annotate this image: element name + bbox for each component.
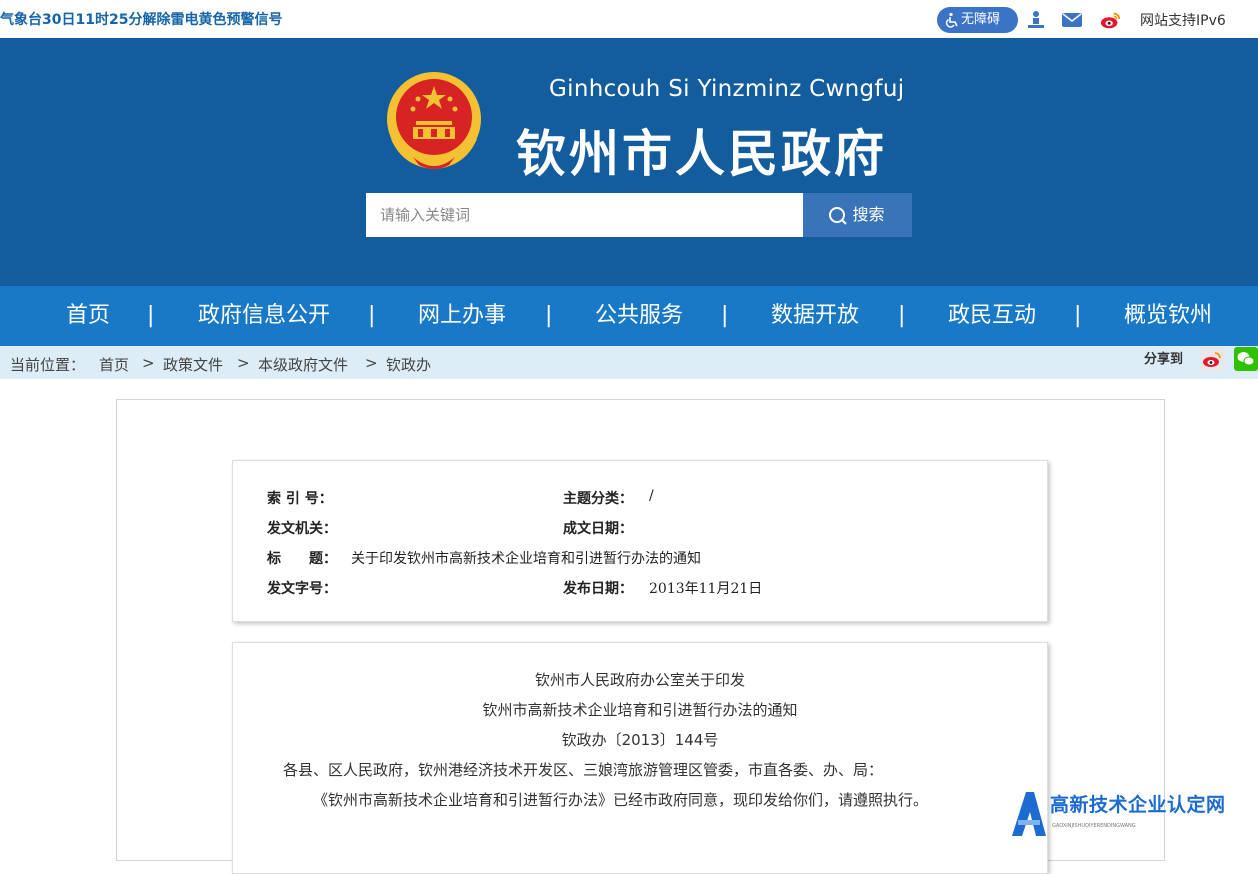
breadcrumb-item-policy[interactable]: 政策文件 — [163, 354, 223, 375]
main-nav: 首页 | 政府信息公开 | 网上办事 | 公共服务 | 数据开放 | 政民互动 … — [0, 286, 1258, 346]
site-title-pinyin: Ginhcouh Si Yinzminz Cwngfuj — [549, 76, 905, 102]
topic-label: 主题分类： — [563, 491, 633, 507]
share-label: 分享到 — [1144, 352, 1184, 367]
watermark-subtext: GAOXINJISHUQIYERENDINGWANG — [1052, 823, 1136, 829]
breadcrumb: 当前位置： 首页 > 政策文件 > 本级政府文件 > 钦政办 分享到 — [0, 346, 1258, 379]
document-body: 钦州市人民政府办公室关于印发 钦州市高新技术企业培育和引进暂行办法的通知 钦政办… — [232, 642, 1048, 874]
nav-item-online-services[interactable]: 网上办事 — [418, 286, 506, 346]
top-bar: 气象台30日11时25分解除雷电黄色预警信号 无障碍 网站支持IPv6 — [0, 0, 1258, 38]
nav-item-open-data[interactable]: 数据开放 — [771, 286, 859, 346]
document-heading-line1: 钦州市人民政府办公室关于印发 — [534, 671, 745, 689]
weibo-icon[interactable] — [1100, 9, 1122, 31]
document-paragraph: 《钦州市高新技术企业培育和引进暂行办法》已经市政府同意，现印发给你们，请遵照执行… — [313, 791, 929, 809]
mail-icon[interactable] — [1061, 9, 1083, 31]
nav-separator: | — [721, 303, 729, 328]
title-value: 关于印发钦州市高新技术企业培育和引进暂行办法的通知 — [351, 551, 701, 567]
publish-date-value: 2013年11月21日 — [649, 581, 763, 597]
ipv6-support-text: 网站支持IPv6 — [1140, 13, 1226, 29]
title-label: 标 题： — [267, 551, 337, 567]
site-header: Ginhcouh Si Yinzminz Cwngfuj 钦州市人民政府 搜索 — [0, 38, 1258, 286]
site-title: 钦州市人民政府 — [516, 125, 887, 183]
nav-item-info-disclosure[interactable]: 政府信息公开 — [198, 286, 330, 346]
nav-item-home[interactable]: 首页 — [66, 286, 110, 346]
breadcrumb-separator: > — [365, 354, 378, 372]
document-number: 钦政办〔2013〕144号 — [561, 731, 719, 749]
nav-separator: | — [147, 303, 155, 328]
share-weibo-icon[interactable] — [1200, 347, 1224, 371]
index-number-label: 索 引 号： — [267, 491, 333, 507]
share-wechat-icon[interactable] — [1234, 347, 1258, 371]
doc-number-label: 发文字号： — [267, 581, 337, 597]
breadcrumb-label: 当前位置： — [10, 356, 86, 374]
watermark: 高新技术企业认定网 GAOXINJISHUQIYERENDINGWANG — [1012, 790, 1258, 840]
nav-item-overview[interactable]: 概览钦州 — [1124, 286, 1212, 346]
issuer-label: 发文机关： — [267, 521, 337, 537]
watermark-text: 高新技术企业认定网 — [1050, 794, 1226, 816]
weather-notice[interactable]: 气象台30日11时25分解除雷电黄色预警信号 — [0, 9, 282, 29]
document-recipients: 各县、区人民政府，钦州港经济技术开发区、三娘湾旅游管理区管委，市直各委、办、局： — [283, 761, 884, 779]
accessibility-button[interactable]: 无障碍 — [937, 7, 1018, 33]
nav-item-interaction[interactable]: 政民互动 — [948, 286, 1036, 346]
watermark-logo-icon — [1012, 792, 1046, 836]
nav-separator: | — [368, 303, 376, 328]
publish-date-label: 发布日期： — [563, 581, 633, 597]
breadcrumb-separator: > — [237, 354, 250, 372]
search-button[interactable]: 搜索 — [803, 193, 912, 237]
national-emblem-icon — [387, 72, 481, 169]
nav-separator: | — [1074, 303, 1082, 328]
nav-item-public-services[interactable]: 公共服务 — [595, 286, 683, 346]
topic-value: / — [649, 488, 654, 504]
wheelchair-icon — [945, 12, 958, 28]
document-heading-line2: 钦州市高新技术企业培育和引进暂行办法的通知 — [482, 701, 798, 719]
breadcrumb-item-home[interactable]: 首页 — [99, 354, 129, 375]
elder-mode-icon[interactable] — [1025, 9, 1047, 31]
breadcrumb-separator: > — [142, 354, 155, 372]
document-meta-panel: 索 引 号： 主题分类： / 发文机关： 成文日期： 标 题： 关于印发钦州市高… — [232, 460, 1048, 622]
nav-separator: | — [898, 303, 906, 328]
nav-separator: | — [545, 303, 553, 328]
breadcrumb-item-current[interactable]: 钦政办 — [386, 354, 431, 375]
search-icon — [829, 207, 847, 225]
written-date-label: 成文日期： — [563, 521, 633, 537]
accessibility-label: 无障碍 — [961, 12, 1001, 27]
search-button-label: 搜索 — [852, 205, 885, 224]
breadcrumb-item-local-docs[interactable]: 本级政府文件 — [258, 354, 348, 375]
search-input[interactable] — [366, 193, 803, 237]
